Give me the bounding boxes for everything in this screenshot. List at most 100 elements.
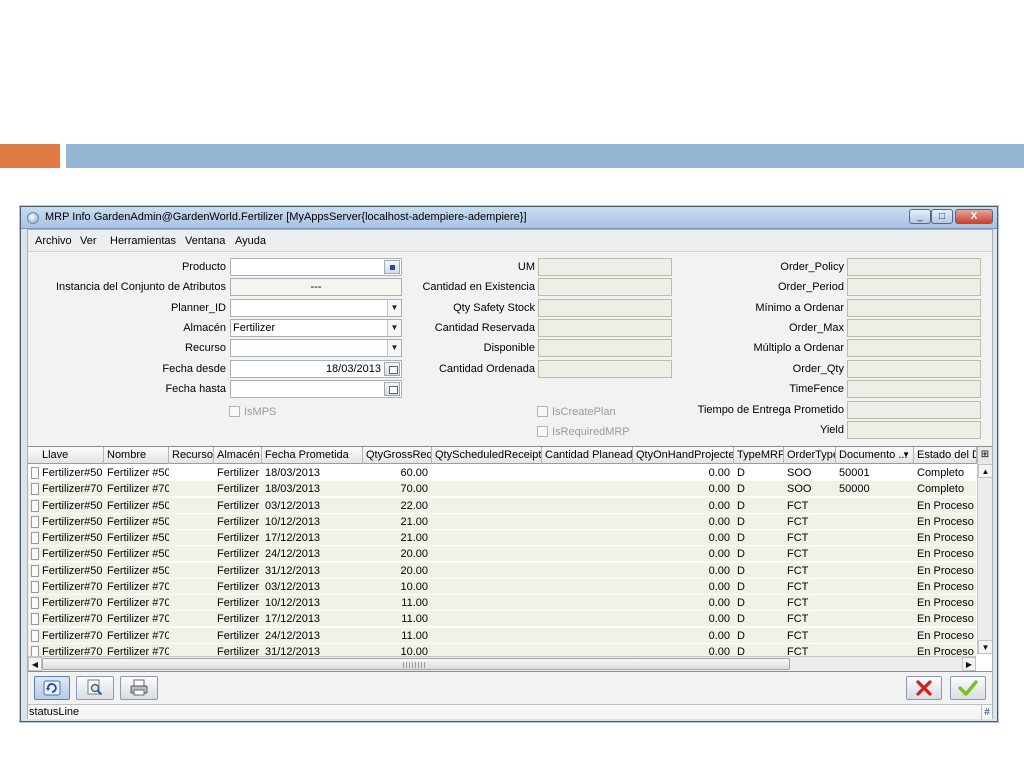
cell-qty-gross-req: 21.00 <box>400 515 428 528</box>
recurso-select[interactable]: ▼ <box>230 339 402 357</box>
table-row[interactable]: Fertilizer#70 Fertilizer #70 Fertilizer 03/… <box>28 578 976 595</box>
scroll-down-icon[interactable]: ▼ <box>978 640 992 654</box>
cell-almacen: Fertilizer <box>217 564 260 577</box>
column-header-nombre[interactable]: Nombre <box>104 447 169 464</box>
column-header-qty-on-hand-projected[interactable]: QtyOnHandProjected <box>633 447 734 464</box>
cell-type-mrp: D <box>737 467 745 479</box>
close-window-button[interactable]: X <box>955 209 993 224</box>
cancel-button[interactable] <box>906 676 942 700</box>
cell-recurso <box>169 546 214 562</box>
row-selector[interactable] <box>31 467 39 479</box>
slide-accent-bar-orange <box>0 144 60 168</box>
column-header-order-type[interactable]: OrderType <box>784 447 836 464</box>
chevron-down-icon[interactable]: ▼ <box>387 300 401 316</box>
menu-ayuda[interactable]: Ayuda <box>235 235 266 247</box>
row-selector[interactable] <box>31 613 39 626</box>
status-indicator[interactable]: # <box>981 705 992 720</box>
row-selector[interactable] <box>31 564 39 577</box>
almacen-select[interactable]: Fertilizer ▼ <box>230 319 402 337</box>
scroll-up-icon[interactable]: ▲ <box>978 464 992 478</box>
table-row[interactable]: Fertilizer#50 Fertilizer #50 Fertilizer 03/… <box>28 497 976 514</box>
um-field <box>538 258 672 276</box>
cell-qty-on-hand-projected: 0.00 <box>708 564 730 577</box>
column-header-almacen[interactable]: Almacén <box>214 447 262 464</box>
ok-button[interactable] <box>950 676 986 700</box>
cell-qty-gross-req: 11.00 <box>401 597 428 609</box>
chevron-down-icon[interactable]: ▼ <box>387 320 401 336</box>
column-header-qty-gross-req[interactable]: QtyGrossReq <box>363 447 432 464</box>
print-button[interactable] <box>120 676 158 700</box>
column-header-cantidad-planeada[interactable]: Cantidad Planeada <box>542 447 633 464</box>
cell-qty-on-hand-projected: 0.00 <box>708 597 730 609</box>
table-row[interactable]: Fertilizer#70 Fertilizer #70 Fertilizer 24/… <box>28 627 976 644</box>
cancel-icon <box>916 680 932 696</box>
sort-desc-icon: ▼ <box>902 450 910 459</box>
column-control-icon[interactable]: ⊞ <box>977 447 992 464</box>
yield-field <box>847 421 981 439</box>
column-header-type-mrp[interactable]: TypeMRP <box>734 447 784 464</box>
column-header-llave[interactable]: Llave <box>39 447 104 464</box>
table-row[interactable]: Fertilizer#50 Fertilizer #50 Fertilizer 31/… <box>28 562 976 579</box>
column-header-fecha-prometida[interactable]: Fecha Prometida <box>262 447 363 464</box>
horizontal-scroll-thumb[interactable] <box>42 658 790 670</box>
row-selector[interactable] <box>31 532 39 544</box>
table-row[interactable]: Fertilizer#50 Fertilizer #50 Fertilizer 18/… <box>28 465 976 481</box>
column-header-recurso[interactable]: Recurso <box>169 447 214 464</box>
column-header-documento[interactable]: Documento ... ▼ <box>836 447 914 464</box>
cell-estado: En Proceso <box>917 613 974 626</box>
menu-ventana[interactable]: Ventana <box>185 235 225 247</box>
cell-order-type: FCT <box>787 564 809 577</box>
cell-qty-gross-req: 20.00 <box>400 548 428 561</box>
zoom-button[interactable] <box>76 676 114 700</box>
row-selector[interactable] <box>31 580 39 593</box>
table-row[interactable]: Fertilizer#70 Fertilizer #70 Fertilizer 10/… <box>28 595 976 611</box>
table-row[interactable]: Fertilizer#70 Fertilizer #70 Fertilizer 17/… <box>28 611 976 628</box>
calendar-icon[interactable] <box>384 382 400 396</box>
row-selector[interactable] <box>31 515 39 528</box>
planner-select[interactable]: ▼ <box>230 299 402 317</box>
row-selector[interactable] <box>31 483 39 496</box>
producto-field[interactable] <box>230 258 402 276</box>
maximize-button[interactable]: □ <box>931 209 953 224</box>
cell-estado: En Proceso <box>917 548 974 561</box>
scroll-left-icon[interactable]: ◀ <box>28 657 42 671</box>
product-search-icon[interactable] <box>384 260 400 274</box>
fecha-hasta-field[interactable] <box>230 380 402 398</box>
cell-nombre: Fertilizer #50 <box>107 548 169 561</box>
is-required-mrp-checkbox[interactable]: IsRequiredMRP <box>537 425 630 439</box>
menu-archivo[interactable]: Archivo <box>35 235 72 247</box>
row-selector[interactable] <box>31 548 39 561</box>
menu-herramientas[interactable]: Herramientas <box>110 235 176 247</box>
minimize-button[interactable]: _ <box>909 209 931 224</box>
table-row[interactable]: Fertilizer#70 Fertilizer #70 Fertilizer 18/… <box>28 481 976 498</box>
calendar-icon[interactable] <box>384 362 400 376</box>
row-selector[interactable] <box>31 499 39 512</box>
menu-ver[interactable]: Ver <box>80 235 97 247</box>
disponible-field <box>538 339 672 357</box>
chevron-down-icon[interactable]: ▼ <box>387 340 401 356</box>
horizontal-scrollbar[interactable]: ◀ ▶ <box>28 656 976 671</box>
fecha-desde-field[interactable]: 18/03/2013 <box>230 360 402 378</box>
row-selector[interactable] <box>31 629 39 642</box>
row-selector[interactable] <box>31 597 39 609</box>
scroll-right-icon[interactable]: ▶ <box>962 657 976 671</box>
timefence-field <box>847 380 981 398</box>
window-titlebar[interactable]: MRP Info GardenAdmin@GardenWorld.Fertili… <box>21 207 997 229</box>
cell-recurso <box>169 628 214 644</box>
cell-qty-on-hand-projected: 0.00 <box>708 515 730 528</box>
instancia-field[interactable]: --- <box>230 278 402 296</box>
vertical-scrollbar[interactable]: ▲ ▼ <box>977 464 992 654</box>
is-mps-checkbox[interactable]: IsMPS <box>229 405 276 419</box>
table-row[interactable]: Fertilizer#50 Fertilizer #50 Fertilizer 17/… <box>28 530 976 546</box>
column-header-estado[interactable]: Estado del Do <box>914 447 977 464</box>
cell-estado: En Proceso <box>917 564 974 577</box>
table-row[interactable]: Fertilizer#50 Fertilizer #50 Fertilizer 24/… <box>28 546 976 563</box>
table-row[interactable]: Fertilizer#50 Fertilizer #50 Fertilizer 10/… <box>28 513 976 530</box>
scroll-grip <box>403 662 427 668</box>
is-create-plan-checkbox[interactable]: IsCreatePlan <box>537 405 616 419</box>
column-header-qty-scheduled-receipts[interactable]: QtyScheduledReceipts <box>432 447 542 464</box>
cell-qty-gross-req: 22.00 <box>400 499 428 512</box>
checkbox-box <box>229 406 240 417</box>
is-create-plan-label: IsCreatePlan <box>552 406 616 418</box>
refresh-button[interactable] <box>34 676 70 700</box>
